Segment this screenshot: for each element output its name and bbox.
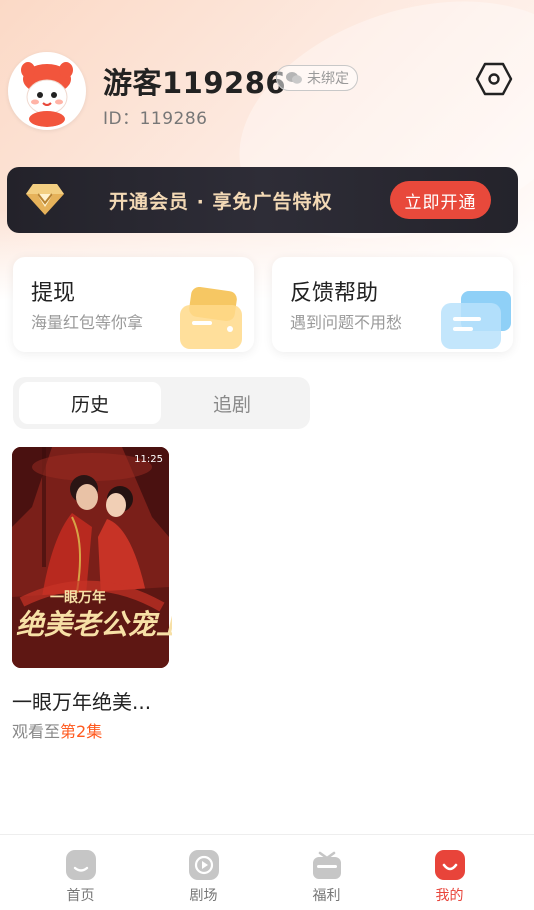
drama-title-calligraphy-logo: 一眼万年 绝美老公宠上天 — [16, 589, 172, 641]
svg-text:一眼万年: 一眼万年 — [50, 589, 106, 606]
vip-banner[interactable]: 开通会员 · 享免广告特权 立即开通 — [7, 167, 518, 233]
progress-episode: 第2集 — [60, 722, 103, 741]
svg-text:绝美老公宠上天: 绝美老公宠上天 — [16, 608, 172, 641]
nav-theater[interactable]: 剧场 — [137, 835, 270, 910]
nav-home-label: 首页 — [66, 888, 95, 904]
feedback-icon — [441, 291, 511, 349]
feedback-card[interactable]: 反馈帮助 遇到问题不用愁 — [272, 257, 513, 352]
withdraw-card[interactable]: 提现 海量红包等你拿 — [13, 257, 254, 352]
mascot-avatar-icon — [11, 55, 83, 127]
theater-icon — [188, 850, 219, 880]
vip-diamond-icon — [26, 184, 64, 215]
feedback-title: 反馈帮助 — [290, 281, 379, 306]
settings-button[interactable] — [474, 60, 514, 98]
nav-welfare-label: 福利 — [312, 888, 341, 904]
settings-hexagon-icon — [475, 62, 513, 96]
nav-home[interactable]: 首页 — [14, 835, 147, 910]
user-id: ID：119286 — [103, 109, 208, 129]
withdraw-title: 提现 — [31, 281, 76, 306]
withdraw-subtitle: 海量红包等你拿 — [31, 313, 144, 332]
wechat-icon — [286, 72, 302, 84]
video-duration: 11:25 — [134, 454, 163, 465]
drama-title[interactable]: 一眼万年绝美... — [12, 686, 151, 715]
home-icon — [65, 850, 96, 880]
bottom-navigation: 首页 剧场 福利 我的 — [0, 834, 534, 910]
header-decoration — [208, 0, 534, 281]
nav-profile-label: 我的 — [435, 888, 464, 904]
profile-header-background — [0, 0, 534, 300]
nav-theater-label: 剧场 — [189, 888, 218, 904]
tab-history[interactable]: 历史 — [19, 382, 161, 424]
gift-icon — [312, 851, 341, 879]
avatar[interactable] — [8, 52, 86, 130]
nav-profile[interactable]: 我的 — [383, 835, 516, 910]
profile-icon — [434, 850, 465, 880]
nav-welfare[interactable]: 福利 — [260, 835, 393, 910]
username: 游客119286 — [103, 66, 287, 100]
bind-status-text: 未绑定 — [307, 71, 349, 87]
history-tabs: 历史 追剧 — [13, 377, 310, 429]
wechat-bind-badge[interactable]: 未绑定 — [276, 65, 358, 91]
vip-promo-text: 开通会员 · 享免广告特权 — [109, 191, 333, 213]
feedback-subtitle: 遇到问题不用愁 — [290, 313, 403, 332]
progress-prefix: 观看至 — [12, 722, 61, 741]
vip-subscribe-button[interactable]: 立即开通 — [390, 181, 491, 219]
wallet-icon — [180, 287, 242, 349]
tab-following[interactable]: 追剧 — [161, 382, 303, 424]
watch-progress: 观看至第2集 — [12, 718, 102, 742]
